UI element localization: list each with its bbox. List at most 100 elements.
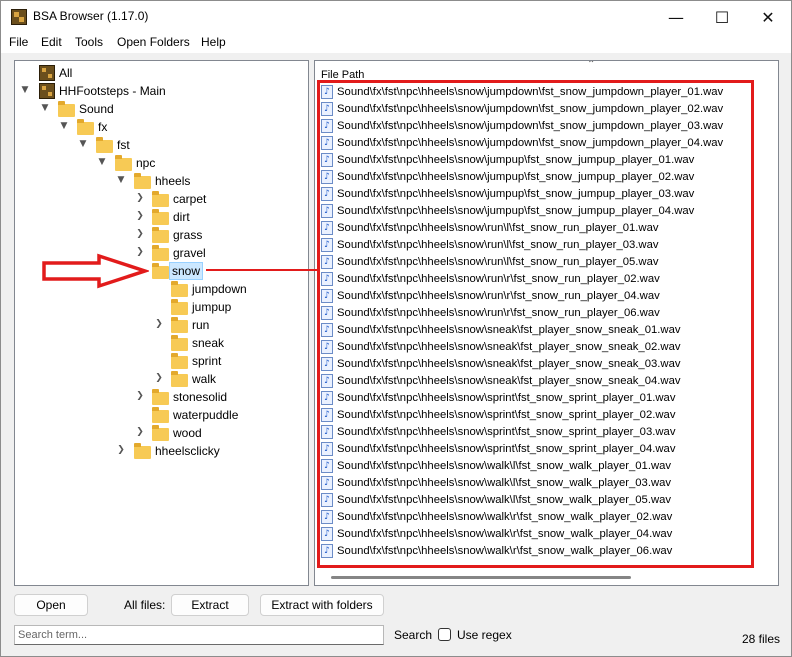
tree-label: waterpuddle <box>173 408 239 422</box>
chevron-right-icon[interactable]: ❯ <box>154 373 164 383</box>
chevron-down-icon[interactable]: ▼ <box>40 103 50 113</box>
folder-icon <box>152 227 169 243</box>
app-icon <box>11 9 27 25</box>
folder-icon <box>134 443 151 459</box>
menu-help[interactable]: Help <box>201 35 226 49</box>
folder-icon <box>152 389 169 405</box>
use-regex-label: Use regex <box>457 628 512 642</box>
search-label: Search <box>394 628 433 642</box>
tree-item-sound[interactable]: ▼ Sound <box>15 100 305 118</box>
open-button[interactable]: Open <box>14 594 88 616</box>
tree-label: fx <box>98 120 108 134</box>
folder-icon <box>152 263 169 279</box>
archive-icon <box>39 83 55 99</box>
folder-icon <box>77 119 94 135</box>
tree-label: hheels <box>155 174 191 188</box>
tree-label: jumpdown <box>192 282 247 296</box>
tree-item-stonesolid[interactable]: ❯ stonesolid <box>15 388 305 406</box>
chevron-down-icon[interactable]: ▼ <box>20 85 30 95</box>
folder-icon <box>96 137 113 153</box>
folder-icon <box>152 425 169 441</box>
tree-label: All <box>59 66 73 80</box>
tree-label: grass <box>173 228 203 242</box>
folder-tree[interactable]: All ▼ HHFootsteps - Main ▼ Sound ▼ fx ▼ … <box>14 60 309 586</box>
tree-item-hheelsclicky[interactable]: ❯ hheelsclicky <box>15 442 305 460</box>
tree-label: fst <box>117 138 130 152</box>
horizontal-scrollbar[interactable] <box>331 576 631 579</box>
chevron-right-icon[interactable]: ❯ <box>116 445 126 455</box>
chevron-right-icon[interactable]: ❯ <box>154 319 164 329</box>
all-files-label: All files: <box>124 598 166 612</box>
tree-item-sneak[interactable]: sneak <box>15 334 305 352</box>
tree-item-walk[interactable]: ❯ walk <box>15 370 305 388</box>
tree-item-npc[interactable]: ▼ npc <box>15 154 305 172</box>
maximize-button[interactable]: ☐ <box>699 1 745 33</box>
file-count: 28 files <box>742 632 781 646</box>
search-input[interactable]: Search term... <box>14 625 384 645</box>
minimize-button[interactable]: — <box>653 1 699 33</box>
chevron-right-icon[interactable]: ❯ <box>135 427 145 437</box>
tree-label: sneak <box>192 336 225 350</box>
tree-item-archive[interactable]: ▼ HHFootsteps - Main <box>15 82 305 100</box>
menu-open-folders[interactable]: Open Folders <box>117 35 190 49</box>
folder-icon <box>171 335 188 351</box>
chevron-down-icon[interactable]: ▼ <box>116 175 126 185</box>
tree-item-hheels[interactable]: ▼ hheels <box>15 172 305 190</box>
menu-edit[interactable]: Edit <box>41 35 62 49</box>
tree-item-fst[interactable]: ▼ fst <box>15 136 305 154</box>
tree-item-run[interactable]: ❯ run <box>15 316 305 334</box>
sort-ascending-icon: ⌃ <box>587 60 596 70</box>
archive-icon <box>39 65 55 81</box>
menu-bar: File Edit Tools Open Folders Help <box>1 33 791 53</box>
tree-label: dirt <box>173 210 190 224</box>
chevron-right-icon[interactable]: ❯ <box>135 193 145 203</box>
chevron-right-icon[interactable]: ❯ <box>135 229 145 239</box>
folder-icon <box>171 371 188 387</box>
tree-item-grass[interactable]: ❯ grass <box>15 226 305 244</box>
folder-icon <box>152 407 169 423</box>
use-regex-checkbox[interactable] <box>438 628 451 641</box>
tree-label: jumpup <box>192 300 232 314</box>
window-title: BSA Browser (1.17.0) <box>33 9 149 23</box>
chevron-down-icon[interactable]: ▼ <box>78 139 88 149</box>
folder-icon <box>152 191 169 207</box>
folder-icon <box>171 353 188 369</box>
close-button[interactable]: ✕ <box>745 1 791 33</box>
tree-label: carpet <box>173 192 207 206</box>
tree-item-wood[interactable]: ❯ wood <box>15 424 305 442</box>
chevron-down-icon[interactable]: ▼ <box>59 121 69 131</box>
tree-label: sprint <box>192 354 222 368</box>
tree-item-sprint[interactable]: sprint <box>15 352 305 370</box>
chevron-down-icon[interactable]: ▼ <box>97 157 107 167</box>
tree-label: hheelsclicky <box>155 444 220 458</box>
menu-tools[interactable]: Tools <box>75 35 103 49</box>
tree-item-jumpup[interactable]: jumpup <box>15 298 305 316</box>
folder-icon <box>171 281 188 297</box>
tree-label: Sound <box>79 102 114 116</box>
chevron-right-icon[interactable]: ❯ <box>135 391 145 401</box>
tree-item-all[interactable]: All <box>15 64 305 82</box>
tree-label-selected: snow <box>169 262 204 280</box>
tree-label: npc <box>136 156 156 170</box>
extract-button[interactable]: Extract <box>171 594 249 616</box>
tree-label: run <box>192 318 210 332</box>
folder-icon <box>134 173 151 189</box>
title-bar[interactable]: BSA Browser (1.17.0) — ☐ ✕ <box>1 1 791 33</box>
folder-icon <box>115 155 132 171</box>
tree-item-waterpuddle[interactable]: waterpuddle <box>15 406 305 424</box>
tree-item-carpet[interactable]: ❯ carpet <box>15 190 305 208</box>
folder-icon <box>152 209 169 225</box>
annotation-connector-line <box>206 269 317 271</box>
tree-item-fx[interactable]: ▼ fx <box>15 118 305 136</box>
folder-icon <box>152 245 169 261</box>
extract-with-folders-button[interactable]: Extract with folders <box>260 594 384 616</box>
menu-file[interactable]: File <box>9 35 28 49</box>
tree-item-dirt[interactable]: ❯ dirt <box>15 208 305 226</box>
tree-label: stonesolid <box>173 390 228 404</box>
app-window: BSA Browser (1.17.0) — ☐ ✕ File Edit Too… <box>0 0 792 657</box>
chevron-right-icon[interactable]: ❯ <box>135 211 145 221</box>
tree-label: gravel <box>173 246 206 260</box>
tree-label: wood <box>173 426 202 440</box>
folder-icon <box>171 317 188 333</box>
annotation-highlight-box <box>317 80 754 568</box>
